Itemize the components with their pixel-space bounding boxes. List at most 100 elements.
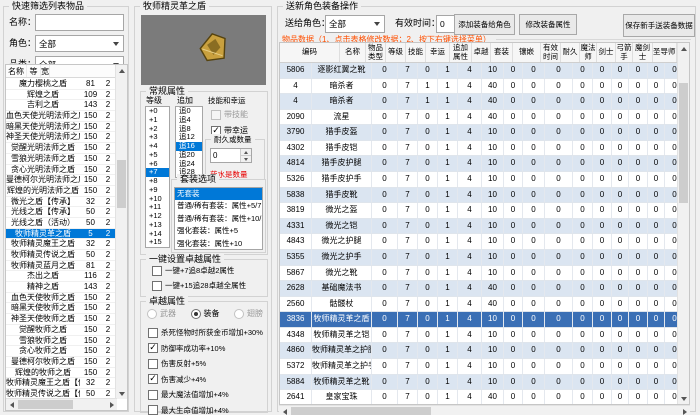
level-option[interactable]: +5: [146, 151, 169, 160]
addon-option[interactable]: 追0: [176, 107, 202, 116]
set-option[interactable]: 普通/稀有套装：属性+5/7: [175, 200, 262, 212]
equip-row[interactable]: 2560 骷髅杖 0 7 0 1 4 40 0 0 0 0 0 0 0 0 0: [280, 296, 685, 313]
level-option[interactable]: +13: [146, 221, 169, 230]
excellent-category-radio[interactable]: 武器: [147, 308, 176, 319]
column-header[interactable]: 宽: [41, 65, 50, 77]
equip-row[interactable]: 5838 猎手皮靴 0 7 0 1 4 10 0 0 0 0 0 0 0 0 0: [280, 187, 685, 204]
left-grid-horizontal-scrollbar[interactable]: [6, 398, 117, 410]
stepper-up-icon[interactable]: [241, 149, 251, 156]
set-option[interactable]: 强化套装：属性+5: [175, 225, 262, 237]
item-row[interactable]: 精神之盾 143 2: [6, 282, 116, 293]
column-header[interactable]: 弓箭手: [616, 43, 633, 62]
onekey-checkbox[interactable]: 一键+15追28卓越全属性: [152, 280, 246, 291]
equip-row[interactable]: 3819 微光之盔 0 7 0 1 4 10 0 0 0 0 0 0 0 0 0: [280, 203, 685, 219]
set-option[interactable]: 普通/稀有套装：属性+10/15: [175, 213, 262, 225]
equip-row[interactable]: 5355 微光之护手 0 7 0 1 4 10 0 0 0 0 0 0 0 0 …: [280, 249, 685, 266]
column-header[interactable]: 卓越: [472, 43, 491, 62]
level-option[interactable]: +14: [146, 230, 169, 239]
column-header[interactable]: 耐久: [561, 43, 580, 62]
level-option[interactable]: +0: [146, 107, 169, 116]
equip-row[interactable]: 4 暗杀者 0 7 1 1 4 40 0 0 0 0 0 0 0 0 0: [280, 94, 685, 110]
item-row[interactable]: 牧师精灵传说之盾 50 2: [6, 250, 116, 261]
column-header[interactable]: 魔剑士: [633, 43, 653, 62]
equip-row[interactable]: 2628 基础魔法书 0 7 0 1 4 40 0 0 0 0 0 0 0 0 …: [280, 281, 685, 297]
item-row[interactable]: 觉醒牧师之盾 150 2: [6, 325, 116, 336]
column-header[interactable]: 圣导师: [653, 43, 677, 62]
addon-option[interactable]: 追20: [176, 151, 202, 160]
addon-option[interactable]: 追4: [176, 116, 202, 125]
column-header[interactable]: 剑士: [597, 43, 616, 62]
item-row[interactable]: 雪狼光明法师之盾 150 2: [6, 154, 116, 165]
addon-option[interactable]: 追16: [176, 142, 202, 151]
equip-row[interactable]: 5806 逐影红翼之靴 0 7 0 1 4 10 0 0 0 0 0 0 0 0…: [280, 63, 685, 79]
item-row[interactable]: 牧师精灵魔王之盾 32 2: [6, 239, 116, 250]
item-row[interactable]: 微光之盾【传承】 32 2: [6, 197, 116, 208]
item-row[interactable]: 神圣天使牧师之盾 150 2: [6, 314, 116, 325]
equip-row[interactable]: 4302 猎手皮铠 0 7 0 1 4 10 0 0 0 0 0 0 0 0 0: [280, 140, 685, 157]
scrollbar-thumb[interactable]: [117, 160, 126, 208]
modify-equip-button[interactable]: 修改装备属性: [519, 14, 577, 35]
column-header[interactable]: 幸运: [426, 43, 450, 62]
equip-row[interactable]: 3790 猎手皮盔 0 7 0 1 4 10 0 0 0 0 0 0 0 0 0: [280, 125, 685, 141]
excellent-option-checkbox[interactable]: 防御率成功率+10%: [148, 343, 263, 354]
durability-stepper[interactable]: 0: [210, 148, 252, 163]
scroll-down-icon[interactable]: [678, 393, 689, 404]
set-option[interactable]: 强化套装：属性+10: [175, 238, 262, 249]
column-header[interactable]: 魔法师: [580, 43, 597, 62]
skill-luck-checkbox[interactable]: 带技能: [211, 109, 248, 120]
column-header[interactable]: 编码: [280, 43, 340, 62]
item-row[interactable]: 牧师精灵蓝月之盾 81 2: [6, 261, 116, 272]
scroll-up-icon[interactable]: [678, 43, 689, 54]
level-option[interactable]: +7: [146, 168, 169, 177]
equip-row[interactable]: 4843 微光之护腿 0 7 0 1 4 10 0 0 0 0 0 0 0 0 …: [280, 234, 685, 250]
item-row[interactable]: 贪心光明法师之盾 150 2: [6, 165, 116, 176]
level-listbox[interactable]: +0 +1 +2 +3 +4 +5 +6 +7 +8 +9 +10 +11 +12 +13 +14 +15: [145, 106, 170, 248]
scrollbar-thumb[interactable]: [18, 400, 73, 409]
item-row[interactable]: 杰出之盾 116 2: [6, 271, 116, 283]
item-row[interactable]: 魔力樱桃之盾 81 2: [6, 79, 116, 90]
level-option[interactable]: +1: [146, 116, 169, 125]
addon-listbox[interactable]: 追0 追4 追8 追12 追16 追20 追24 追28: [175, 106, 203, 178]
equip-row[interactable]: 4860 牧师精灵革之护腿 0 7 0 1 4 10 0 0 0 0 0 0 0…: [280, 343, 685, 359]
column-header[interactable]: 物品类型: [366, 43, 386, 62]
level-option[interactable]: +3: [146, 133, 169, 142]
item-row[interactable]: 辉煌之盾 109 2: [6, 90, 116, 101]
item-row[interactable]: 神圣天使光明法师之盾 150 2: [6, 132, 116, 144]
level-option[interactable]: +10: [146, 195, 169, 204]
addon-option[interactable]: 追8: [176, 125, 202, 134]
scroll-right-icon[interactable]: [106, 399, 117, 410]
item-row[interactable]: 曼德柯尔光明法师之盾 150 2: [6, 175, 116, 186]
equip-row[interactable]: 4348 牧师精灵革之铠 0 7 0 1 4 10 0 0 0 0 0 0 0 …: [280, 327, 685, 344]
excellent-option-checkbox[interactable]: 最大生命值增加+4%: [148, 405, 263, 415]
column-header[interactable]: 技能: [406, 43, 426, 62]
column-header[interactable]: 套装: [491, 43, 513, 62]
excellent-category-radio[interactable]: 装备: [190, 308, 220, 319]
addon-option[interactable]: 追12: [176, 133, 202, 142]
equip-row[interactable]: 5867 微光之靴 0 7 0 1 4 10 0 0 0 0 0 0 0 0 0: [280, 265, 685, 282]
item-row[interactable]: 贪心牧师之盾 150 2: [6, 346, 116, 357]
item-row[interactable]: 辉煌的牧师之盾 150 2: [6, 368, 116, 379]
level-option[interactable]: +9: [146, 186, 169, 195]
scroll-left-icon[interactable]: [6, 399, 17, 410]
equip-row[interactable]: 5884 牧师精灵革之靴 0 7 0 1 4 10 0 0 0 0 0 0 0 …: [280, 374, 685, 391]
item-row[interactable]: 辉煌的光明法师之盾 150 2: [6, 186, 116, 197]
left-grid-vertical-scrollbar[interactable]: [115, 65, 127, 399]
set-options-listbox[interactable]: 无套装 普通/稀有套装：属性+5/7 普通/稀有套装：属性+10/15 强化套装：属性…: [174, 187, 263, 250]
level-option[interactable]: +15: [146, 238, 169, 247]
item-row[interactable]: 雪狼牧师之盾 150 2: [6, 336, 116, 347]
item-row[interactable]: 光线之盾【传承】 50 2: [6, 207, 116, 218]
item-row[interactable]: 吉利之盾 143 2: [6, 100, 116, 112]
equip-row[interactable]: 5326 猎手皮护手 0 7 0 1 4 10 0 0 0 0 0 0 0 0 …: [280, 172, 685, 188]
onekey-checkbox[interactable]: 一键+7追8卓越2属性: [152, 265, 246, 276]
level-option[interactable]: +2: [146, 125, 169, 134]
column-header[interactable]: 名称: [6, 65, 27, 77]
excellent-option-checkbox[interactable]: 伤害减少+4%: [148, 374, 263, 385]
item-row[interactable]: 光线之盾（活动） 50 2: [6, 218, 116, 229]
equip-row[interactable]: 5372 牧师精灵革之护手 0 7 0 1 4 10 0 0 0 0 0 0 0…: [280, 358, 685, 375]
level-option[interactable]: +4: [146, 142, 169, 151]
excellent-option-checkbox[interactable]: 杀死怪物时所获金币增加+30%: [148, 327, 263, 338]
equip-row[interactable]: 4814 猎手皮护腿 0 7 0 1 4 10 0 0 0 0 0 0 0 0 …: [280, 156, 685, 173]
item-row[interactable]: 暗黑天使牧师之盾 150 2: [6, 303, 116, 315]
excellent-option-checkbox[interactable]: 最大魔法值增加+4%: [148, 389, 263, 400]
item-row[interactable]: 曼德柯尔牧师之盾 150 2: [6, 357, 116, 368]
